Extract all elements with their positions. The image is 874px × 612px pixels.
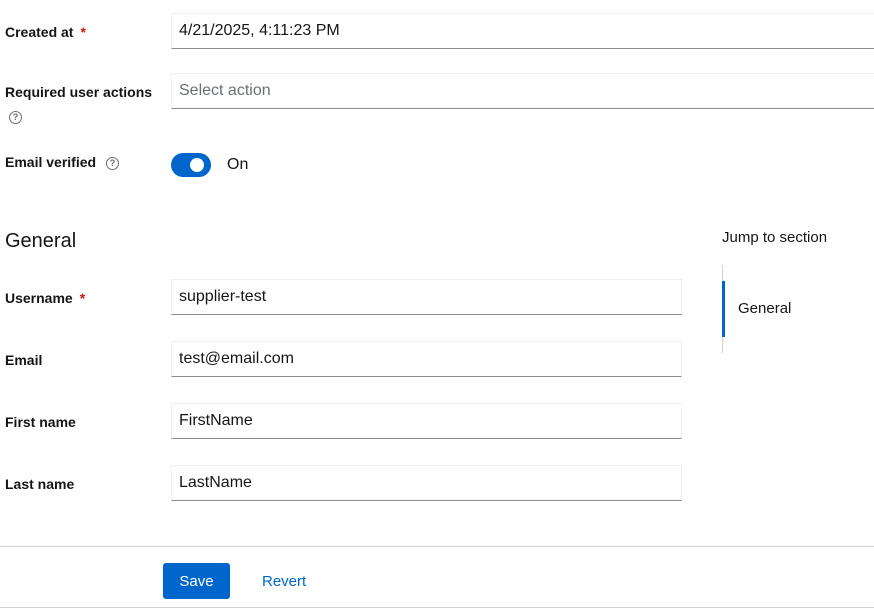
footer-bottom-divider [0, 607, 874, 608]
last-name-label: Last name [5, 476, 75, 492]
required-user-actions-label: Required user actions [5, 84, 153, 100]
last-name-field[interactable]: LastName [171, 465, 682, 501]
revert-button[interactable]: Revert [250, 563, 318, 599]
email-label: Email [5, 352, 43, 368]
question-circle-icon[interactable]: ? [9, 111, 22, 124]
first-name-label: First name [5, 414, 76, 430]
user-details-form: Created at * 4/21/2025, 4:11:23 PM Requir… [0, 0, 874, 612]
username-label-text: Username [5, 290, 73, 306]
first-name-field[interactable]: FirstName [171, 403, 682, 439]
required-marker: * [79, 290, 86, 306]
toggle-knob [190, 158, 204, 172]
created-at-label-text: Created at [5, 24, 74, 40]
footer-divider [0, 546, 874, 547]
jump-to-section-title: Jump to section [722, 229, 828, 246]
username-field[interactable]: supplier-test [171, 279, 682, 315]
created-at-label: Created at * [5, 23, 86, 41]
question-circle-icon[interactable]: ? [105, 156, 119, 170]
username-label: Username * [5, 289, 85, 307]
email-verified-label: Email verified ? [5, 153, 119, 171]
created-at-field: 4/21/2025, 4:11:23 PM [171, 13, 874, 49]
email-verified-toggle[interactable] [171, 153, 211, 177]
required-marker: * [80, 24, 86, 40]
section-title-general: General [5, 230, 77, 252]
jump-link-general[interactable]: General [722, 281, 791, 337]
email-verified-label-text: Email verified [5, 154, 97, 170]
save-button[interactable]: Save [163, 563, 230, 599]
email-field[interactable]: test@email.com [171, 341, 682, 377]
required-user-actions-select[interactable]: Select action [171, 73, 874, 109]
email-verified-state: On [227, 156, 249, 173]
